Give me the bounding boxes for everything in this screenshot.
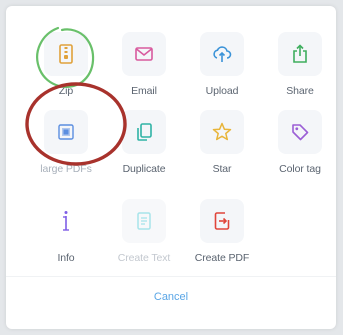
zip-file-icon bbox=[44, 32, 88, 76]
info-label: Info bbox=[57, 252, 75, 264]
create-text-label: Create Text bbox=[117, 252, 171, 264]
compress-pdf-action[interactable]: large PDFs bbox=[27, 100, 105, 176]
cloud-upload-icon bbox=[200, 32, 244, 76]
duplicate-action[interactable]: Duplicate bbox=[105, 100, 183, 176]
create-text-action: Create Text bbox=[105, 189, 183, 265]
cancel-button[interactable]: Cancel bbox=[6, 291, 336, 303]
create-text-icon bbox=[122, 199, 166, 243]
info-action[interactable]: Info bbox=[27, 189, 105, 265]
email-label: Email bbox=[131, 85, 157, 97]
star-action[interactable]: Star bbox=[183, 100, 261, 176]
share-label: Share bbox=[286, 85, 314, 97]
create-pdf-label: Create PDF bbox=[194, 252, 250, 264]
zip-action[interactable]: Zip bbox=[27, 22, 105, 98]
upload-action[interactable]: Upload bbox=[183, 22, 261, 98]
info-icon bbox=[44, 199, 88, 243]
upload-label: Upload bbox=[205, 85, 239, 97]
color-tag-label: Color tag bbox=[279, 163, 321, 175]
create-pdf-action[interactable]: Create PDF bbox=[183, 189, 261, 265]
zip-label: Zip bbox=[58, 85, 74, 97]
email-icon bbox=[122, 32, 166, 76]
compress-pdf-label: large PDFs bbox=[40, 163, 92, 175]
star-label: Star bbox=[212, 163, 232, 175]
email-action[interactable]: Email bbox=[105, 22, 183, 98]
create-pdf-icon bbox=[200, 199, 244, 243]
color-tag-action[interactable]: Color tag bbox=[261, 100, 336, 176]
star-icon bbox=[200, 110, 244, 154]
share-icon bbox=[278, 32, 322, 76]
tag-icon bbox=[278, 110, 322, 154]
duplicate-icon bbox=[122, 110, 166, 154]
share-action[interactable]: Share bbox=[261, 22, 336, 98]
cancel-divider bbox=[6, 276, 336, 277]
duplicate-label: Duplicate bbox=[122, 163, 166, 175]
compress-pdf-icon bbox=[44, 110, 88, 154]
action-sheet: Zip Email Upload Share large PDFs Duplic… bbox=[6, 6, 336, 329]
